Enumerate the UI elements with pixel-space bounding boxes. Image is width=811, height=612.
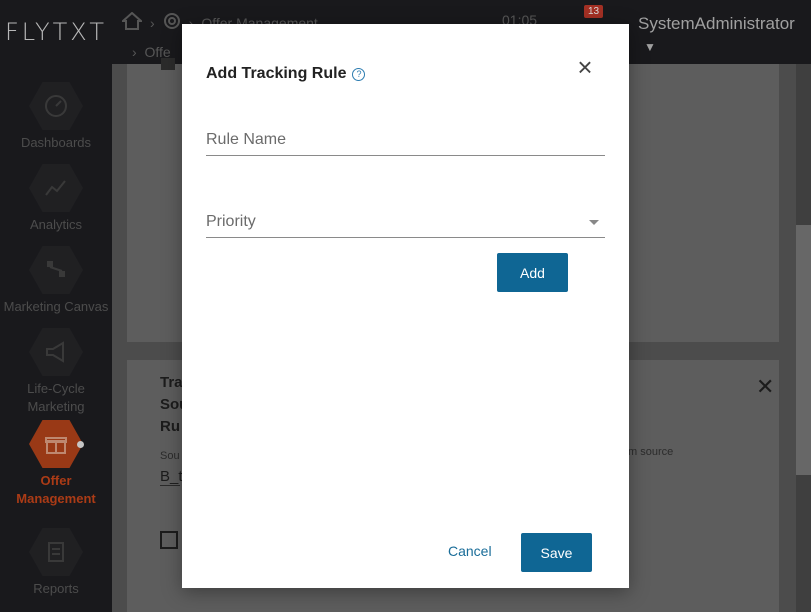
priority-select[interactable]: Priority: [206, 209, 605, 238]
add-tracking-rule-dialog: Add Tracking Rule ? × Priority Add Cance…: [182, 24, 629, 588]
help-icon[interactable]: ?: [352, 67, 366, 81]
rule-name-input[interactable]: [206, 127, 605, 153]
chevron-down-icon[interactable]: [589, 220, 599, 225]
dialog-title-text: Add Tracking Rule: [206, 65, 347, 82]
rule-name-field[interactable]: [206, 127, 605, 156]
priority-placeholder: Priority: [206, 213, 256, 230]
add-button[interactable]: Add: [497, 253, 568, 292]
save-button[interactable]: Save: [521, 533, 592, 572]
dialog-title: Add Tracking Rule ?: [206, 65, 366, 83]
cancel-button[interactable]: Cancel: [448, 543, 492, 559]
close-icon[interactable]: ×: [574, 54, 596, 80]
